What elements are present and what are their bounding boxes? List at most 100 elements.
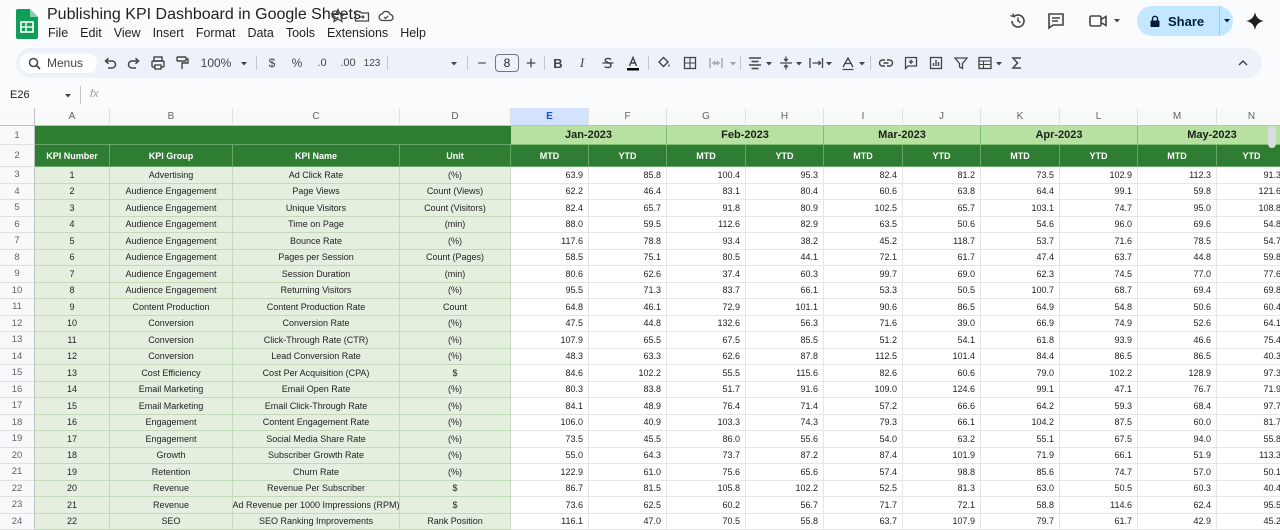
ytd-value-cell[interactable]: 40.4 [1217,481,1280,497]
unit-cell[interactable]: (%) [400,348,511,365]
kpi-number-cell[interactable]: 21 [35,497,110,514]
mtd-value-cell[interactable]: 95.5 [511,282,589,299]
mtd-value-cell[interactable]: 50.6 [1138,299,1217,316]
menu-tools[interactable]: Tools [286,26,315,40]
row-header-5[interactable]: 5 [0,200,35,217]
vertical-scrollbar[interactable] [1268,126,1276,148]
unit-cell[interactable]: $ [400,480,511,497]
menus-search[interactable]: Menus [20,53,97,73]
align-dropdown-icon[interactable] [765,60,773,68]
print-button[interactable] [149,53,167,73]
ytd-value-cell[interactable]: 65.6 [746,464,824,481]
row-header-10[interactable]: 10 [0,282,35,299]
column-header-f[interactable]: F [589,108,667,126]
ytd-value-cell[interactable]: 39.0 [903,315,981,332]
ytd-value-cell[interactable]: 98.8 [903,464,981,481]
mtd-value-cell[interactable]: 53.3 [824,282,903,299]
column-header-e[interactable]: E [511,108,589,126]
mtd-value-cell[interactable]: 57.4 [824,464,903,481]
mtd-value-cell[interactable]: 82.4 [824,167,903,184]
ytd-value-cell[interactable]: 71.6 [1060,233,1138,250]
ytd-value-cell[interactable]: 101.4 [903,348,981,365]
ytd-value-cell[interactable]: 64.3 [589,447,667,464]
row-header-14[interactable]: 14 [0,348,35,365]
ytd-value-cell[interactable]: 67.5 [1060,431,1138,448]
mtd-value-cell[interactable]: 58.5 [511,249,589,266]
kpi-name-cell[interactable]: Subscriber Growth Rate [233,447,400,464]
kpi-group-cell[interactable]: Conversion [110,315,233,332]
percent-format-button[interactable]: % [289,53,305,73]
mtd-value-cell[interactable]: 73.6 [511,497,589,514]
row-header-7[interactable]: 7 [0,233,35,250]
ytd-value-cell[interactable]: 72.1 [903,497,981,514]
unit-cell[interactable]: Rank Position [400,513,511,530]
ytd-value-cell[interactable]: 50.5 [1060,480,1138,497]
ytd-value-cell[interactable]: 93.9 [1060,332,1138,349]
ytd-value-cell[interactable]: 86.5 [1060,348,1138,365]
document-title[interactable]: Publishing KPI Dashboard in Google Sheet… [47,6,361,24]
mtd-value-cell[interactable]: 83.7 [667,282,746,299]
paint-format-button[interactable] [173,53,191,73]
row-header-4[interactable]: 4 [0,183,35,200]
kpi-name-cell[interactable]: Cost Per Acquisition (CPA) [233,365,400,382]
ytd-value-cell[interactable]: 63.2 [903,431,981,448]
ytd-value-cell[interactable]: 63.8 [903,183,981,200]
redo-button[interactable] [125,53,143,73]
ytd-value-cell[interactable]: 60.3 [746,266,824,283]
mtd-value-cell[interactable]: 71.7 [824,497,903,514]
ytd-value-cell[interactable]: 102.2 [746,480,824,497]
kpi-group-cell[interactable]: Engagement [110,431,233,448]
ytd-value-cell[interactable]: 108.8 [1217,200,1280,217]
table-dropdown-icon[interactable] [995,60,1003,68]
kpi-group-cell[interactable]: Conversion [110,332,233,349]
kpi-name-cell[interactable]: Social Media Share Rate [233,431,400,448]
mtd-value-cell[interactable]: 55.0 [511,447,589,464]
ytd-value-cell[interactable]: 74.9 [1060,315,1138,332]
column-header-a[interactable]: A [35,108,110,126]
mtd-value-cell[interactable]: 103.3 [667,414,746,431]
unit-cell[interactable]: (%) [400,167,511,184]
mtd-value-cell[interactable]: 91.8 [667,200,746,217]
ytd-value-cell[interactable]: 101.9 [903,447,981,464]
google-sheets-logo-icon[interactable] [16,9,38,39]
kpi-name-cell[interactable]: Pages per Session [233,249,400,266]
mtd-value-cell[interactable]: 63.0 [981,480,1060,497]
row-header-15[interactable]: 15 [0,365,35,382]
mtd-value-cell[interactable]: 116.1 [511,513,589,530]
ytd-value-cell[interactable]: 46.1 [589,299,667,316]
increase-decimal-button[interactable]: .00 [338,53,358,73]
mtd-value-cell[interactable]: 77.0 [1138,266,1217,283]
kpi-name-cell[interactable]: Click-Through Rate (CTR) [233,332,400,349]
mtd-value-cell[interactable]: 83.1 [667,183,746,200]
vertical-align-dropdown-icon[interactable] [795,60,803,68]
kpi-number-cell[interactable]: 4 [35,216,110,233]
mtd-value-cell[interactable]: 100.4 [667,167,746,184]
menu-format[interactable]: Format [196,26,236,40]
column-header-n[interactable]: N [1217,108,1280,126]
mtd-value-cell[interactable]: 82.6 [824,365,903,382]
ytd-value-cell[interactable]: 66.1 [746,282,824,299]
kpi-number-cell[interactable]: 5 [35,233,110,250]
kpi-name-cell[interactable]: Unique Visitors [233,200,400,217]
ytd-value-cell[interactable]: 59.8 [1217,250,1280,266]
ytd-value-cell[interactable]: 62.6 [589,266,667,283]
ytd-value-cell[interactable]: 74.3 [746,414,824,431]
ytd-value-cell[interactable]: 47.1 [1060,381,1138,398]
ytd-value-cell[interactable]: 96.0 [1060,216,1138,233]
mtd-value-cell[interactable]: 62.2 [511,183,589,200]
kpi-number-cell[interactable]: 6 [35,249,110,266]
zoom-select[interactable]: 100% [200,53,232,73]
ytd-value-cell[interactable]: 60.6 [903,365,981,382]
ytd-value-cell[interactable]: 50.1 [1217,464,1280,481]
text-wrapping-button[interactable] [808,53,824,73]
ytd-value-cell[interactable]: 71.9 [1217,382,1280,398]
mtd-value-cell[interactable]: 51.2 [824,332,903,349]
ytd-value-cell[interactable]: 97.7 [1217,398,1280,415]
mtd-value-cell[interactable]: 100.7 [981,282,1060,299]
table-view-button[interactable] [976,53,994,73]
kpi-group-cell[interactable]: Audience Engagement [110,282,233,299]
ytd-value-cell[interactable]: 40.3 [1217,349,1280,365]
kpi-number-cell[interactable]: 9 [35,299,110,316]
kpi-number-cell[interactable]: 22 [35,513,110,530]
ytd-value-cell[interactable]: 65.7 [589,200,667,217]
